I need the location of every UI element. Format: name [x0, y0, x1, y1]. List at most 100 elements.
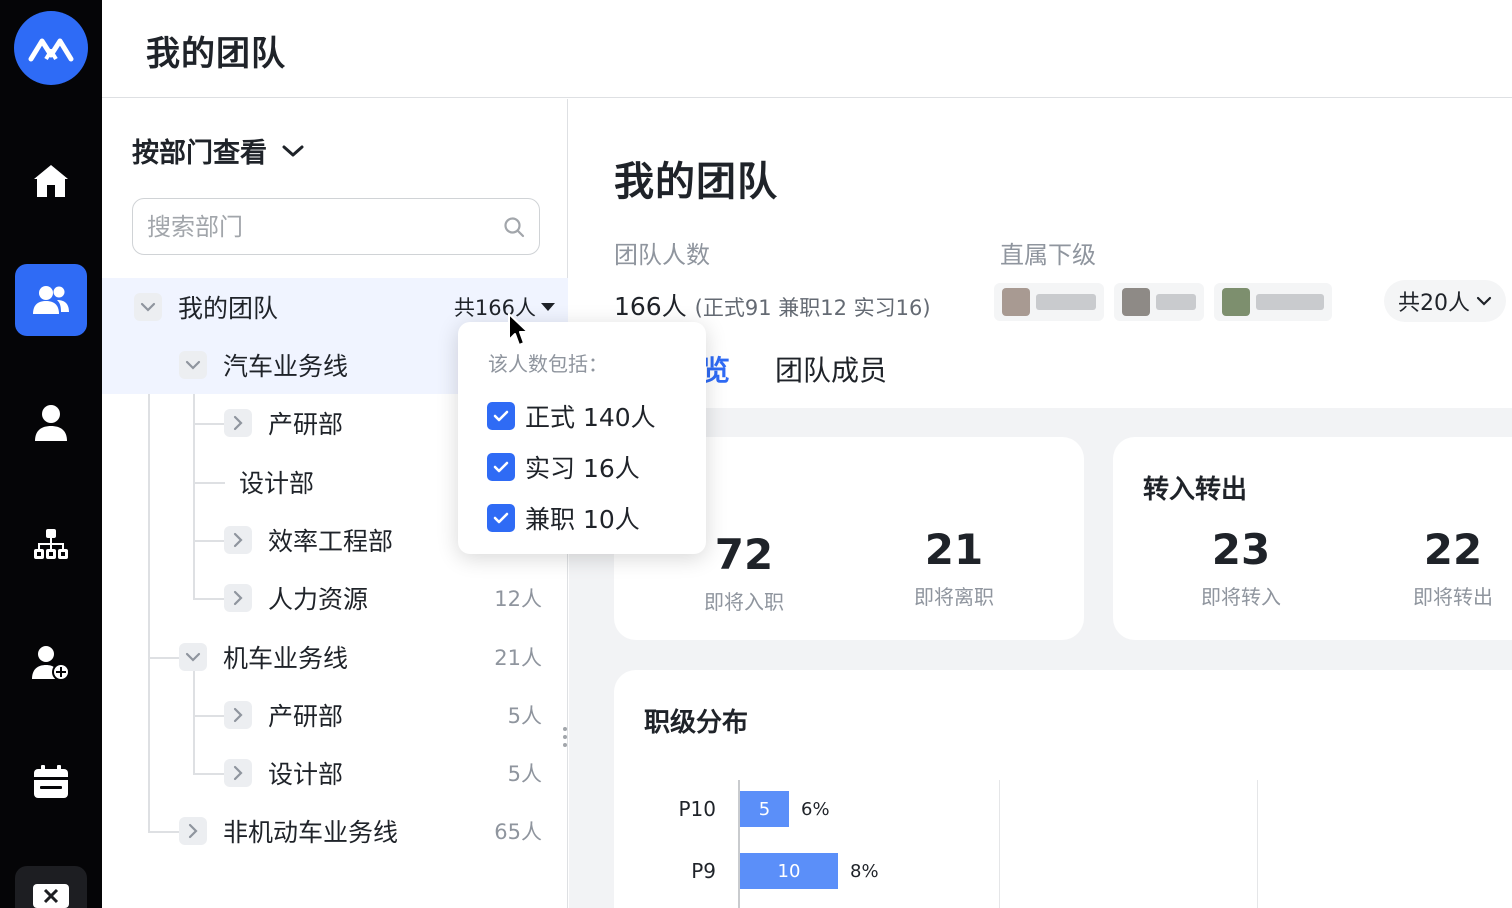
chevron-down-icon: [140, 302, 156, 312]
expand-toggle[interactable]: [224, 526, 252, 554]
avatar-name-blurred: [1156, 294, 1196, 310]
view-select-label: 按部门查看: [132, 138, 267, 169]
card-title: 职级分布: [644, 708, 749, 738]
tree-count: 5人: [507, 704, 542, 728]
tree-count: 12人: [494, 587, 542, 611]
bar[interactable]: 10: [740, 853, 838, 889]
tab-overview[interactable]: 览: [702, 349, 730, 389]
team-icon: [33, 286, 69, 314]
avatar[interactable]: [994, 283, 1104, 321]
tree-row[interactable]: 人力资源 12人: [102, 569, 568, 627]
metric-onboarding[interactable]: 72 即将入职: [694, 530, 794, 615]
metric-label: 即将转入: [1201, 585, 1281, 610]
tree-label: 机车业务线: [223, 644, 349, 673]
tree-row[interactable]: 机车业务线 21人: [102, 628, 568, 686]
bar-percent-label: 8%: [850, 861, 879, 882]
home-icon: [34, 165, 68, 197]
collapse-toggle[interactable]: [179, 643, 207, 671]
metric-transfer-in[interactable]: 23 即将转入: [1191, 525, 1291, 610]
team-size-number: 166人: [614, 292, 687, 321]
nav-org-chart[interactable]: [15, 508, 87, 580]
checkbox-checked[interactable]: [487, 402, 515, 430]
metric-label: 即将离职: [914, 585, 994, 610]
avatar-image: [1002, 288, 1030, 316]
collapse-toggle[interactable]: [179, 351, 207, 379]
card-title: 转入转出: [1143, 475, 1248, 505]
transfer-card: 转入转出 23 即将转入 22 即将转出: [1113, 437, 1512, 640]
chevron-right-icon: [233, 532, 243, 548]
metric-value: 72: [714, 530, 774, 579]
option-label: 兼职 10人: [525, 505, 640, 534]
tree-row[interactable]: 产研部 5人: [102, 686, 568, 744]
tree-count: 21人: [494, 646, 542, 670]
chevron-right-icon: [233, 707, 243, 723]
nav-home[interactable]: [15, 145, 87, 217]
nav-calendar[interactable]: [15, 746, 87, 818]
avatar-name-blurred: [1256, 294, 1324, 310]
checkbox-checked[interactable]: [487, 453, 515, 481]
avatar[interactable]: [1214, 283, 1332, 321]
team-size-label: 团队人数: [614, 241, 710, 269]
page-title: 我的团队: [146, 34, 286, 74]
search-icon[interactable]: [503, 216, 525, 238]
checkbox-intern[interactable]: 实习 16人: [487, 449, 640, 485]
chevron-down-icon: [282, 145, 304, 156]
tree-label: 设计部: [268, 760, 344, 789]
app-logo[interactable]: [14, 11, 88, 85]
nav-person[interactable]: [15, 387, 87, 459]
caret-down-icon: [541, 303, 555, 311]
close-box-icon: [33, 884, 69, 908]
add-person-icon: [32, 646, 70, 681]
popover-caption: 该人数包括：: [488, 352, 608, 376]
avatar-image: [1222, 288, 1250, 316]
check-icon: [493, 410, 509, 422]
metric-value: 21: [924, 525, 984, 574]
expand-toggle[interactable]: [224, 584, 252, 612]
avatar[interactable]: [1114, 283, 1204, 321]
tree-label: 我的团队: [178, 294, 279, 323]
chart-gridline: [1257, 780, 1258, 908]
calendar-icon: [34, 765, 68, 798]
bar-category-label: P10: [678, 797, 716, 821]
department-search-input[interactable]: [147, 212, 503, 241]
chevron-down-icon: [1476, 296, 1492, 306]
tree-row[interactable]: 设计部 5人: [102, 744, 568, 802]
avatar-name-blurred: [1036, 294, 1096, 310]
expand-toggle[interactable]: [179, 817, 207, 845]
tree-count: 65人: [494, 820, 542, 844]
total-count-dropdown[interactable]: 共166人: [454, 292, 556, 322]
chevron-down-icon: [185, 652, 201, 662]
metric-value: 23: [1211, 525, 1271, 574]
metric-label: 即将入职: [704, 590, 784, 615]
grade-distribution-card: 职级分布 P10 5 6% P9 10 8%: [614, 670, 1512, 908]
expand-toggle[interactable]: [224, 409, 252, 437]
expand-toggle[interactable]: [224, 759, 252, 787]
metric-offboarding[interactable]: 21 即将离职: [904, 525, 1004, 610]
tree-row[interactable]: 非机动车业务线 65人: [102, 802, 568, 860]
collapse-toggle[interactable]: [134, 293, 162, 321]
metric-transfer-out[interactable]: 22 即将转出: [1403, 526, 1503, 610]
nav-team[interactable]: [15, 264, 87, 336]
checkbox-checked[interactable]: [487, 504, 515, 532]
chevron-right-icon: [233, 415, 243, 431]
tree-label: 设计部: [239, 469, 315, 498]
more-reports-button[interactable]: 共20人: [1384, 280, 1506, 322]
headcount-breakdown-popover: 该人数包括： 正式 140人 实习 16人 兼职 10人: [458, 322, 706, 554]
view-by-department-dropdown[interactable]: 按部门查看: [132, 131, 305, 170]
tree-label: 产研部: [268, 410, 344, 439]
checkbox-parttime[interactable]: 兼职 10人: [487, 500, 640, 536]
tree-label: 汽车业务线: [223, 352, 349, 381]
nav-more[interactable]: [15, 866, 87, 908]
option-label: 正式 140人: [525, 403, 656, 432]
person-icon: [35, 405, 67, 441]
nav-add-person[interactable]: [15, 627, 87, 699]
tree-label: 人力资源: [268, 585, 369, 614]
expand-toggle[interactable]: [224, 701, 252, 729]
chevron-right-icon: [233, 590, 243, 606]
team-size-value: 166人 (正式91 兼职12 实习16): [614, 287, 931, 323]
bar[interactable]: 5: [740, 791, 789, 827]
tab-team-members[interactable]: 团队成员: [775, 349, 887, 389]
checkbox-fulltime[interactable]: 正式 140人: [487, 398, 656, 434]
tree-count: 5人: [507, 762, 542, 786]
logo-mark-icon: [28, 38, 74, 62]
